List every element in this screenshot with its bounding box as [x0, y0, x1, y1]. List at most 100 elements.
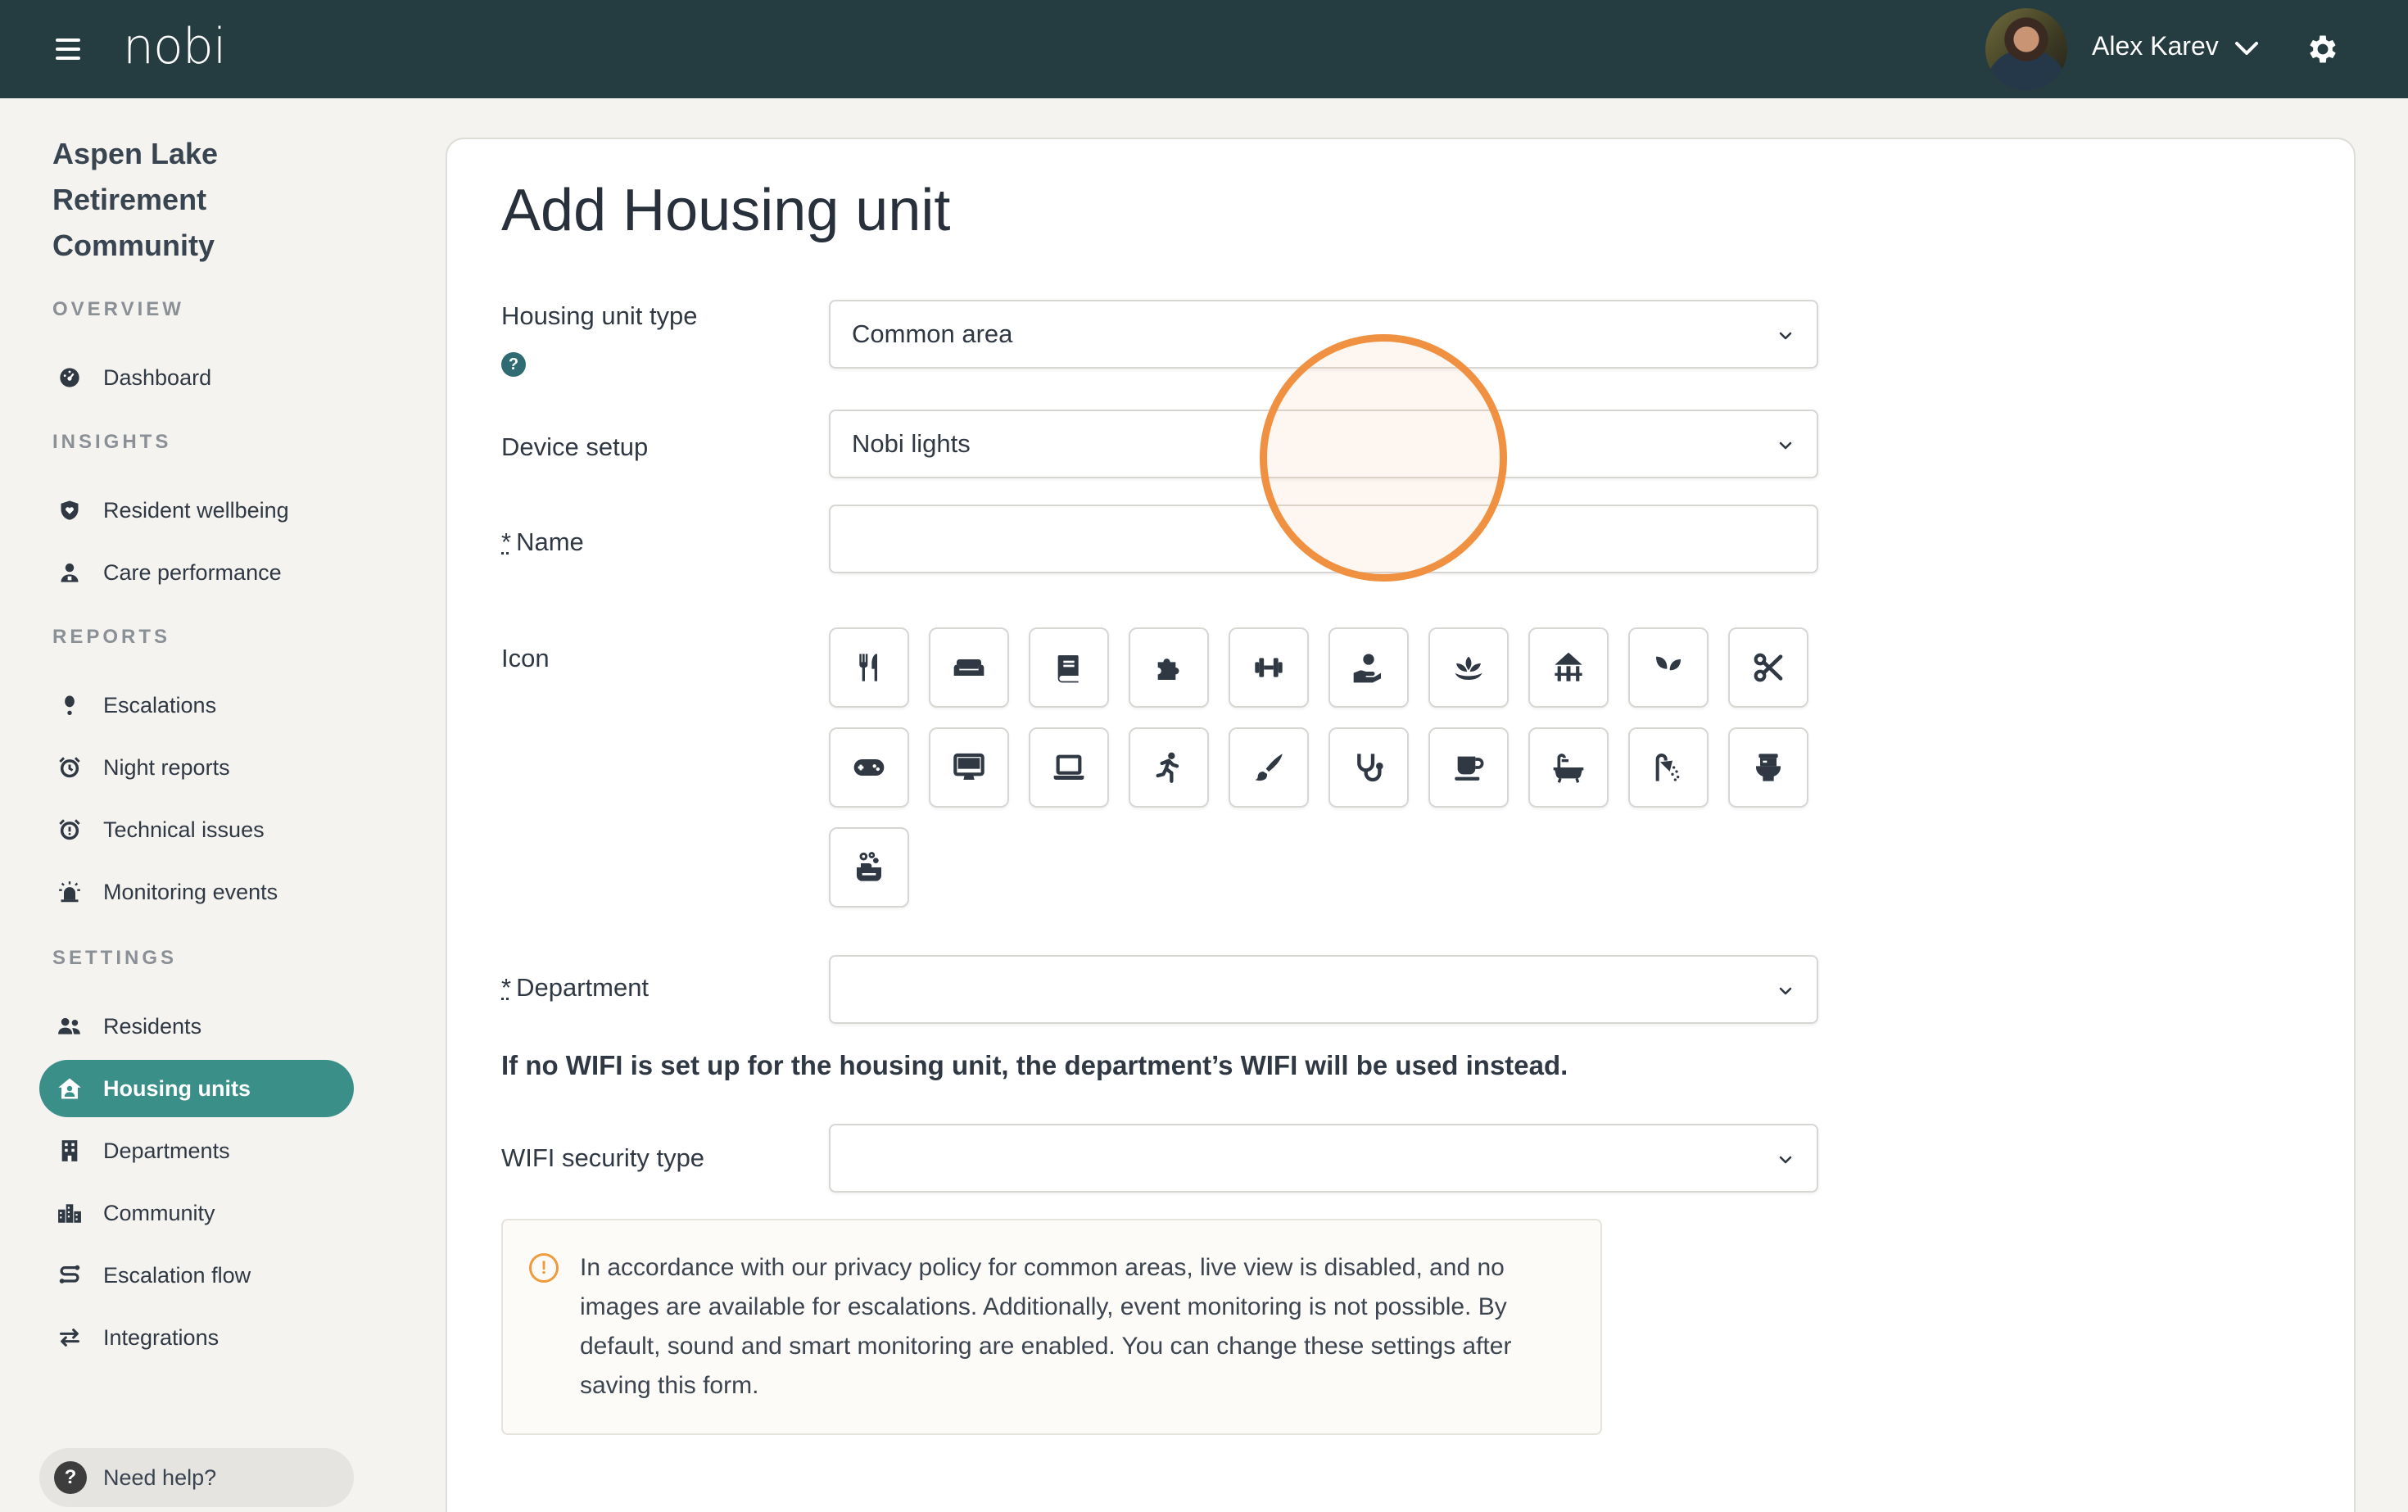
- utensils-icon[interactable]: [829, 627, 909, 708]
- sidebar-item-housing-units[interactable]: Housing units: [39, 1060, 354, 1117]
- alarm-warning-icon: [57, 817, 82, 842]
- name-label: * Name: [501, 527, 584, 557]
- required-mark: *: [501, 527, 512, 556]
- sidebar-item-technical-issues[interactable]: Technical issues: [39, 801, 354, 858]
- sidebar-item-residents[interactable]: Residents: [39, 998, 354, 1055]
- form-card: Add Housing unit Housing unit type ? Com…: [446, 138, 2356, 1512]
- menu-icon[interactable]: [56, 38, 80, 60]
- shield-heart-icon: [57, 498, 82, 523]
- housing-unit-type-value: Common area: [852, 319, 1013, 348]
- wifi-security-select[interactable]: [829, 1124, 1818, 1193]
- chevron-down-icon: [1779, 441, 1792, 450]
- toilet-icon[interactable]: [1728, 727, 1808, 808]
- organization-name: Aspen Lake Retirement Community: [52, 137, 219, 262]
- need-help-button[interactable]: ? Need help?: [39, 1448, 354, 1507]
- sofa-icon[interactable]: [929, 627, 1009, 708]
- alarm-clock-icon: [57, 755, 82, 780]
- nurse-icon: [57, 560, 82, 585]
- device-setup-select[interactable]: Nobi lights: [829, 410, 1818, 478]
- users-icon: [57, 1014, 82, 1039]
- department-select[interactable]: [829, 955, 1818, 1024]
- wifi-note: If no WIFI is set up for the housing uni…: [501, 1050, 1568, 1080]
- sidebar-item-dashboard[interactable]: Dashboard: [39, 349, 354, 406]
- running-icon[interactable]: [1129, 727, 1209, 808]
- section-reports: REPORTS: [52, 626, 171, 648]
- gamepad-icon[interactable]: [829, 727, 909, 808]
- chevron-down-icon[interactable]: [2233, 36, 2261, 61]
- house-user-icon: [57, 1076, 82, 1101]
- housing-unit-type-select[interactable]: Common area: [829, 300, 1818, 369]
- city-icon: [57, 1201, 82, 1225]
- sidebar-item-label: Escalations: [103, 692, 217, 718]
- paintbrush-icon[interactable]: [1229, 727, 1309, 808]
- bathtub-icon[interactable]: [1528, 727, 1609, 808]
- required-mark: *: [501, 973, 512, 1002]
- sidebar: Aspen Lake Retirement Community OVERVIEW…: [0, 98, 393, 1512]
- building-icon: [57, 1139, 82, 1163]
- name-input[interactable]: [829, 505, 1818, 573]
- siren-icon: [57, 880, 82, 904]
- gear-icon[interactable]: [2305, 31, 2341, 67]
- section-settings: SETTINGS: [52, 947, 178, 969]
- puzzle-icon[interactable]: [1129, 627, 1209, 708]
- lotus-icon[interactable]: [1428, 627, 1509, 708]
- question-icon: ?: [54, 1461, 87, 1494]
- chevron-down-icon: [1779, 1156, 1792, 1164]
- chevron-down-icon: [1779, 332, 1792, 340]
- sidebar-item-label: Care performance: [103, 559, 282, 585]
- user-name[interactable]: Alex Karev: [2092, 31, 2219, 61]
- top-bar: nobi Alex Karev: [0, 0, 2408, 98]
- sidebar-item-label: Departments: [103, 1138, 230, 1163]
- sidebar-item-label: Residents: [103, 1013, 202, 1039]
- privacy-notice-text: In accordance with our privacy policy fo…: [580, 1254, 1512, 1399]
- arrows-exchange-icon: [57, 1325, 82, 1350]
- department-label-text: Department: [516, 973, 650, 1002]
- app-logo[interactable]: nobi: [123, 18, 226, 75]
- shower-icon[interactable]: [1628, 727, 1709, 808]
- gauge-icon: [57, 365, 82, 390]
- housing-unit-type-label: Housing unit type: [501, 301, 698, 330]
- name-label-text: Name: [516, 527, 584, 556]
- sidebar-item-label: Dashboard: [103, 364, 212, 390]
- desktop-icon[interactable]: [929, 727, 1009, 808]
- hand-care-icon[interactable]: [1328, 627, 1409, 708]
- sidebar-item-resident-wellbeing[interactable]: Resident wellbeing: [39, 482, 354, 539]
- privacy-notice: ! In accordance with our privacy policy …: [501, 1219, 1602, 1435]
- route-icon: [57, 1263, 82, 1288]
- sidebar-item-escalations[interactable]: Escalations: [39, 677, 354, 734]
- device-setup-label: Device setup: [501, 432, 649, 461]
- sidebar-item-label: Night reports: [103, 754, 230, 780]
- sidebar-item-departments[interactable]: Departments: [39, 1122, 354, 1179]
- sidebar-item-monitoring-events[interactable]: Monitoring events: [39, 863, 354, 921]
- sidebar-item-community[interactable]: Community: [39, 1184, 354, 1242]
- laptop-icon[interactable]: [1029, 727, 1109, 808]
- soap-icon[interactable]: [829, 827, 909, 908]
- sidebar-item-label: Community: [103, 1200, 215, 1225]
- sidebar-item-label: Resident wellbeing: [103, 497, 289, 523]
- help-icon[interactable]: ?: [501, 352, 526, 377]
- chevron-down-icon: [1779, 987, 1792, 995]
- sidebar-item-label: Monitoring events: [103, 879, 278, 904]
- sidebar-item-label: Technical issues: [103, 817, 265, 842]
- department-label: * Department: [501, 973, 649, 1003]
- sidebar-item-care-performance[interactable]: Care performance: [39, 544, 354, 601]
- page-title: Add Housing unit: [501, 178, 951, 243]
- dumbbell-icon[interactable]: [1229, 627, 1309, 708]
- section-overview: OVERVIEW: [52, 298, 184, 320]
- sidebar-item-escalation-flow[interactable]: Escalation flow: [39, 1247, 354, 1304]
- icon-label: Icon: [501, 644, 550, 672]
- exclamation-icon: [57, 693, 82, 718]
- sidebar-item-label: Escalation flow: [103, 1262, 251, 1288]
- scissors-icon[interactable]: [1728, 627, 1808, 708]
- stethoscope-icon[interactable]: [1328, 727, 1409, 808]
- warning-icon: !: [529, 1253, 559, 1283]
- book-icon[interactable]: [1029, 627, 1109, 708]
- sidebar-item-night-reports[interactable]: Night reports: [39, 739, 354, 796]
- wifi-security-label: WIFI security type: [501, 1143, 705, 1172]
- coffee-icon[interactable]: [1428, 727, 1509, 808]
- gazebo-icon[interactable]: [1528, 627, 1609, 708]
- sidebar-item-integrations[interactable]: Integrations: [39, 1309, 354, 1366]
- seedling-icon[interactable]: [1628, 627, 1709, 708]
- sidebar-item-label: Integrations: [103, 1324, 220, 1350]
- avatar[interactable]: [1985, 8, 2067, 90]
